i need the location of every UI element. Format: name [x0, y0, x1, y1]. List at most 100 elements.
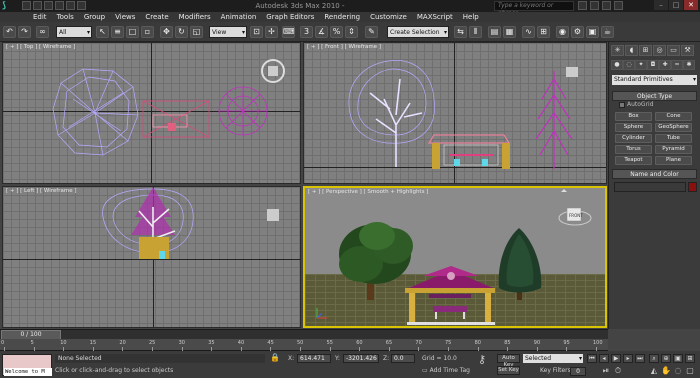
spinner-snap-icon[interactable]: ⇕ [345, 26, 358, 38]
zoom-extents-icon[interactable]: ▣ [673, 354, 683, 363]
torus-button[interactable]: Torus [615, 145, 652, 154]
align-icon[interactable]: ⫴ [469, 26, 482, 38]
pan-icon[interactable]: ✋ [661, 366, 671, 376]
named-selection-dropdown[interactable]: Create Selection Se [387, 26, 449, 48]
menu-modifiers[interactable]: Modifiers [174, 12, 216, 22]
cylinder-button[interactable]: Cylinder [615, 134, 652, 143]
viewport-front[interactable]: [ + ] [ Front ] [ Wireframe ] [303, 42, 607, 184]
cone-button[interactable]: Cone [655, 112, 692, 121]
key-icon[interactable]: ⚷ [478, 354, 486, 365]
window-crossing-icon[interactable]: ▫ [141, 26, 154, 38]
lights-icon[interactable]: ✦ [635, 60, 647, 70]
helpers-icon[interactable]: ✚ [659, 60, 671, 70]
viewport-left[interactable]: [ + ] [ Left ] [ Wireframe ] [2, 186, 301, 328]
mirror-icon[interactable]: ⇆ [454, 26, 467, 38]
render-production-icon[interactable]: ☕ [601, 26, 614, 38]
object-name-input[interactable] [614, 182, 686, 192]
menu-animation[interactable]: Animation [216, 12, 262, 22]
primitive-type-dropdown[interactable]: Standard Primitives [612, 75, 697, 85]
next-frame-icon[interactable]: ▸ [623, 354, 633, 363]
selection-lock-icon[interactable]: 🔒 [270, 353, 280, 363]
rectangular-selection-icon[interactable]: □ [126, 26, 139, 38]
menu-customize[interactable]: Customize [365, 12, 412, 22]
autogrid-checkbox[interactable] [619, 101, 625, 108]
object-type-rollout[interactable]: Object Type [612, 91, 697, 101]
autogrid-toggle[interactable]: AutoGrid [619, 101, 654, 108]
maxscript-listener[interactable]: Welcome to M [2, 354, 52, 376]
new-file-icon[interactable] [22, 1, 31, 10]
render-setup-icon[interactable]: ⚙ [571, 26, 584, 38]
help-icon[interactable] [614, 1, 623, 10]
orbit-icon[interactable]: ◌ [673, 366, 683, 376]
modify-tab-icon[interactable]: ◖ [625, 45, 638, 56]
play-icon[interactable]: ▶ [611, 354, 621, 363]
menu-graph-editors[interactable]: Graph Editors [261, 12, 319, 22]
display-tab-icon[interactable]: ▭ [667, 45, 680, 56]
layer-manager-icon[interactable]: ▤ [488, 26, 501, 38]
material-editor-icon[interactable]: ◉ [556, 26, 569, 38]
zoom-icon[interactable]: ⌕ [649, 354, 659, 363]
z-coordinate-field[interactable]: 0.0 [391, 354, 415, 363]
close-button[interactable]: ✕ [684, 0, 698, 10]
geosphere-button[interactable]: GeoSphere [655, 123, 692, 132]
menu-tools[interactable]: Tools [52, 12, 79, 22]
graphite-ribbon-icon[interactable]: ▦ [503, 26, 516, 38]
box-button[interactable]: Box [615, 112, 652, 121]
viewport-perspective[interactable]: FRONT [ + ] [ Perspective ] [ Smooth + H… [303, 186, 607, 328]
menu-rendering[interactable]: Rendering [319, 12, 365, 22]
time-slider[interactable]: 0 / 100 [0, 329, 608, 340]
current-frame-field[interactable]: 0 [570, 367, 586, 376]
app-logo-icon[interactable]: ⟆ [2, 1, 20, 11]
plane-button[interactable]: Plane [655, 156, 692, 165]
minimize-button[interactable]: – [654, 0, 668, 10]
edit-named-selection-icon[interactable]: ✎ [365, 26, 378, 38]
select-by-name-icon[interactable]: ≡ [111, 26, 124, 38]
angle-snap-icon[interactable]: ∡ [315, 26, 328, 38]
sphere-button[interactable]: Sphere [615, 123, 652, 132]
go-to-end-icon[interactable]: ⏭ [635, 354, 645, 363]
undo-icon[interactable]: ↶ [3, 26, 16, 38]
rendered-frame-icon[interactable]: ▣ [586, 26, 599, 38]
set-key-button[interactable]: Set Key [497, 366, 520, 375]
utilities-tab-icon[interactable]: ⚒ [681, 45, 694, 56]
auto-key-button[interactable]: Auto Key [497, 354, 520, 368]
snap-toggle-icon[interactable]: 3 [300, 26, 313, 38]
time-config-icon[interactable]: ⏱ [613, 366, 623, 376]
menu-views[interactable]: Views [110, 12, 140, 22]
previous-frame-icon[interactable]: ◂ [599, 354, 609, 363]
link-icon[interactable]: ∞ [36, 26, 49, 38]
keyboard-shortcut-icon[interactable]: ⌨ [282, 26, 295, 38]
systems-icon[interactable]: ✱ [683, 60, 695, 70]
zoom-extents-all-icon[interactable]: ⊞ [685, 354, 695, 363]
field-of-view-icon[interactable]: ◭ [649, 366, 659, 376]
viewport-top-label[interactable]: [ + ] [ Top ] [ Wireframe ] [6, 44, 75, 50]
key-mode-icon[interactable]: ⏯ [601, 366, 611, 376]
undo-icon[interactable] [55, 1, 64, 10]
maxscript-input[interactable]: Welcome to M [4, 368, 52, 376]
teapot-button[interactable]: Teapot [615, 156, 652, 165]
maximize-viewport-icon[interactable]: ▢ [685, 366, 695, 376]
move-icon[interactable]: ✥ [160, 26, 173, 38]
tube-button[interactable]: Tube [655, 134, 692, 143]
object-color-swatch[interactable] [688, 182, 697, 192]
menu-help[interactable]: Help [458, 12, 484, 22]
subscription-icon[interactable] [590, 1, 599, 10]
schematic-view-icon[interactable]: ⊞ [537, 26, 550, 38]
cameras-icon[interactable]: ◘ [647, 60, 659, 70]
viewport-perspective-label[interactable]: [ + ] [ Perspective ] [ Smooth + Highlig… [308, 189, 428, 195]
pyramid-button[interactable]: Pyramid [655, 145, 692, 154]
go-to-start-icon[interactable]: ⏮ [587, 354, 597, 363]
percent-snap-icon[interactable]: % [330, 26, 343, 38]
maximize-button[interactable]: □ [669, 0, 683, 10]
x-coordinate-field[interactable]: 614.471 [297, 354, 331, 363]
motion-tab-icon[interactable]: ◎ [653, 45, 666, 56]
selection-filter-dropdown[interactable]: All [56, 26, 92, 39]
geometry-icon[interactable]: ● [611, 60, 623, 70]
open-file-icon[interactable] [33, 1, 42, 10]
shapes-icon[interactable]: ◌ [623, 60, 635, 70]
redo-icon[interactable]: ↷ [18, 26, 31, 38]
hierarchy-tab-icon[interactable]: ⊞ [639, 45, 652, 56]
save-file-icon[interactable] [44, 1, 53, 10]
redo-icon[interactable] [66, 1, 75, 10]
pivot-center-icon[interactable]: ⊡ [250, 26, 263, 38]
